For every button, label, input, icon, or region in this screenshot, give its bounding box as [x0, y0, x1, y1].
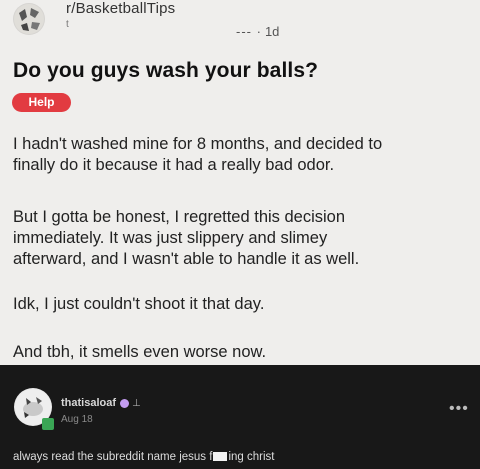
post-body-paragraph: But I gotta be honest, I regretted this … — [13, 208, 360, 268]
post-body-paragraph: I hadn't washed mine for 8 months, and d… — [13, 135, 383, 174]
separator: --- · — [236, 24, 262, 39]
post-title[interactable]: Do you guys wash your balls? — [13, 59, 318, 83]
comment-text: always read the subreddit name jesus f in… — [13, 451, 274, 463]
comment-username[interactable]: thatisaloaf — [61, 397, 116, 409]
award-icon: ⊥ — [132, 398, 141, 409]
user-badge-icon — [120, 399, 129, 408]
post-author[interactable]: t — [66, 19, 69, 30]
more-options-icon[interactable]: ••• — [449, 400, 469, 418]
censor-bar — [213, 452, 228, 462]
comment-text-end: ing christ — [228, 451, 275, 463]
subreddit-name[interactable]: r/BasketballTips — [66, 0, 175, 17]
comment-date: Aug 18 — [61, 414, 93, 425]
post-card: r/BasketballTips t --- · 1d Do you guys w… — [0, 0, 480, 365]
post-flair[interactable]: Help — [12, 93, 71, 112]
post-body-paragraph: And tbh, it smells even worse now. — [13, 343, 267, 361]
online-badge-icon — [42, 418, 54, 430]
post-time: --- · 1d — [236, 24, 279, 39]
post-time-label: 1d — [264, 24, 280, 39]
comment-text-start: always read the subreddit name jesus f — [13, 451, 213, 463]
post-body-paragraph: Idk, I just couldn't shoot it that day. — [13, 295, 265, 313]
subreddit-avatar[interactable] — [13, 3, 45, 35]
